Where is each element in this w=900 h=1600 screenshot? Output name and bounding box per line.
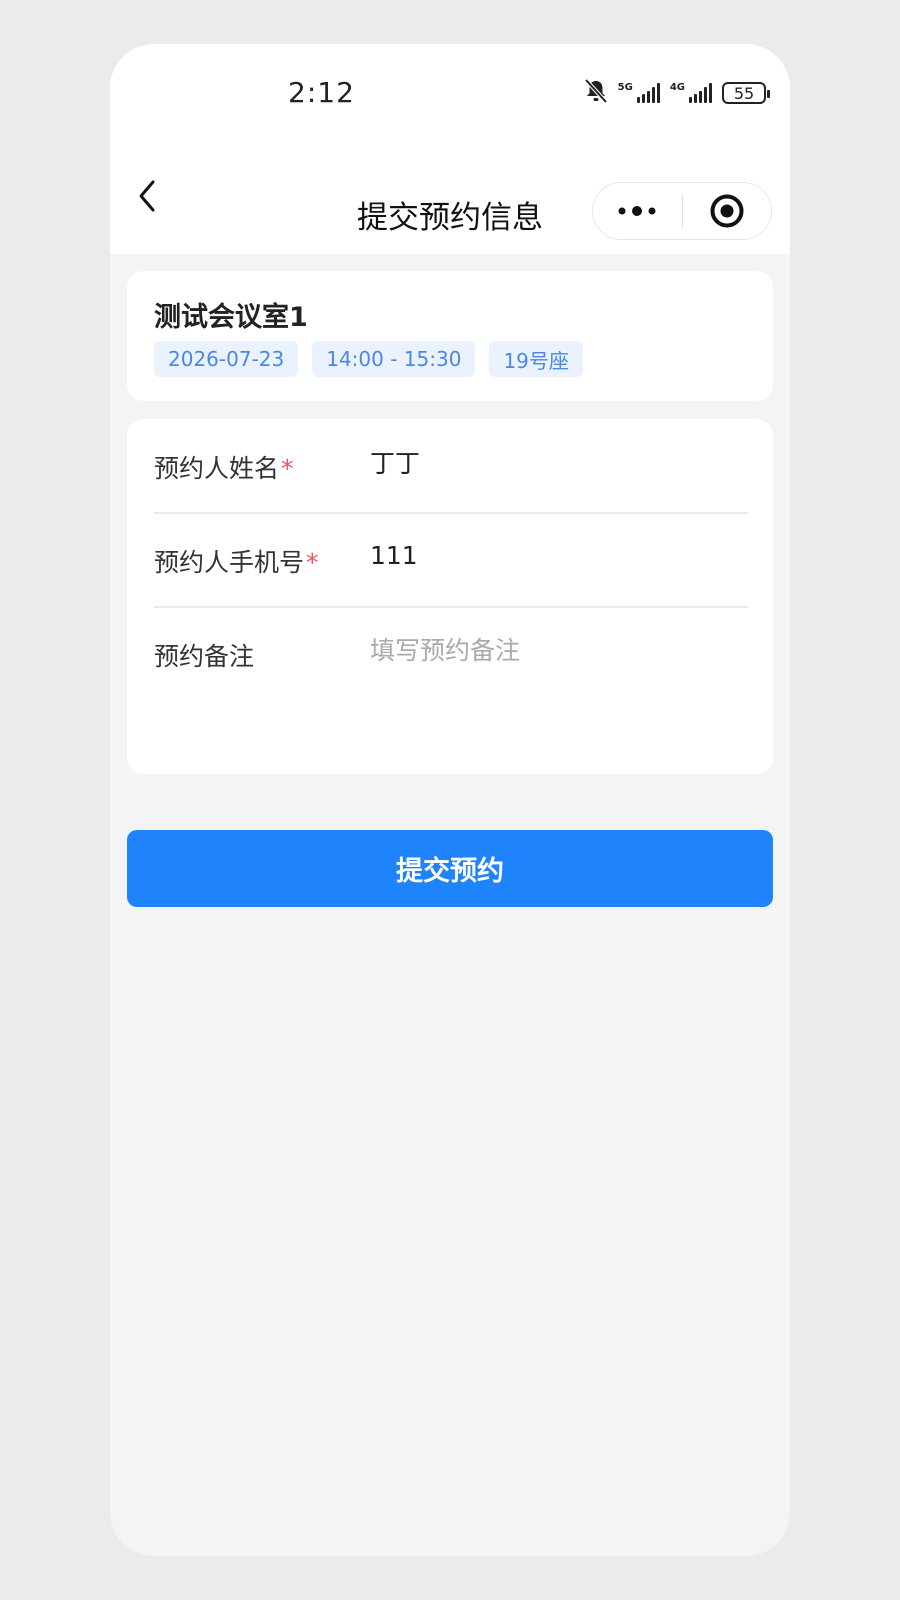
phone-input[interactable] <box>370 541 740 570</box>
name-input[interactable] <box>370 447 740 476</box>
room-card: 测试会议室1 2026-07-23 14:00 - 15:30 19号座 <box>127 271 773 401</box>
row-divider <box>154 512 748 514</box>
signal-5g-icon: 5G <box>618 83 660 103</box>
seat-tag: 19号座 <box>489 341 583 377</box>
battery-icon: 55 <box>722 82 770 104</box>
status-bar: 2:12 5G 4G 55 <box>110 44 790 140</box>
more-button[interactable] <box>593 183 682 239</box>
row-divider <box>154 606 748 608</box>
mini-program-capsule <box>592 182 772 240</box>
status-icons: 5G 4G 55 <box>584 78 770 108</box>
form-row-remark: 预约备注 <box>154 631 748 747</box>
target-circle-icon <box>710 194 744 228</box>
room-name: 测试会议室1 <box>154 302 308 333</box>
booking-tags: 2026-07-23 14:00 - 15:30 19号座 <box>154 341 583 377</box>
bell-muted-icon <box>584 78 608 108</box>
time-tag: 14:00 - 15:30 <box>312 341 476 377</box>
battery-level: 55 <box>733 83 755 103</box>
name-label: 预约人姓名* <box>154 454 294 483</box>
phone-label: 预约人手机号* <box>154 548 319 577</box>
more-dots-icon <box>618 206 656 216</box>
remark-label: 预约备注 <box>154 642 255 671</box>
required-mark: * <box>306 548 319 577</box>
status-time: 2:12 <box>288 76 355 109</box>
form-row-phone: 预约人手机号* <box>154 541 748 583</box>
form-row-name: 预约人姓名* <box>154 447 748 489</box>
remark-textarea[interactable] <box>370 631 740 721</box>
submit-button[interactable]: 提交预约 <box>127 830 773 907</box>
phone-screen: 2:12 5G 4G 55 提交预约信息 测试会议室1 2026-07-23 1… <box>110 44 790 1556</box>
booking-form: 预约人姓名* 预约人手机号* 预约备注 <box>127 419 773 774</box>
required-mark: * <box>281 454 294 483</box>
nav-bar: 提交预约信息 <box>110 140 790 254</box>
signal-4g-icon: 4G <box>670 83 712 103</box>
date-tag: 2026-07-23 <box>154 341 299 377</box>
close-program-button[interactable] <box>683 183 772 239</box>
